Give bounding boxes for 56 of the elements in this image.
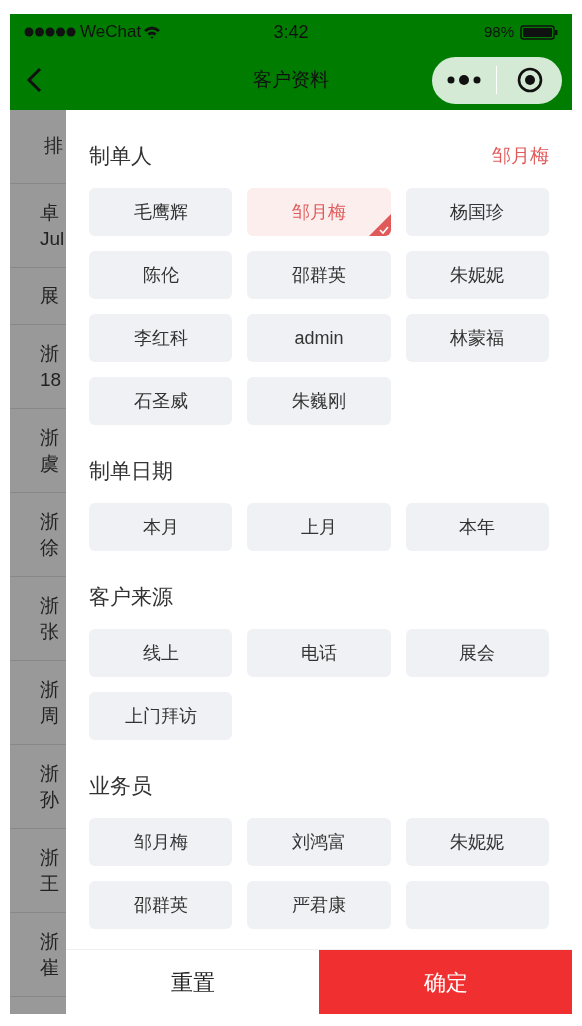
list-item-text: 王 bbox=[40, 871, 60, 896]
filter-option[interactable]: 毛鹰辉 bbox=[89, 188, 233, 236]
selected-check-icon bbox=[368, 214, 391, 236]
list-item-text: 崔 bbox=[40, 955, 60, 980]
filter-option[interactable]: 本月 bbox=[89, 503, 233, 551]
filter-option[interactable]: 上月 bbox=[247, 503, 391, 551]
list-item-text: 徐 bbox=[40, 535, 60, 560]
filter-option[interactable]: 刘鸿富 bbox=[247, 818, 391, 866]
section-title: 业务员 bbox=[89, 773, 152, 800]
list-item-text: 张 bbox=[40, 619, 60, 644]
filter-option[interactable]: 朱妮妮 bbox=[405, 818, 549, 866]
filter-option[interactable]: 李红科 bbox=[89, 314, 233, 362]
confirm-button[interactable]: 确定 bbox=[319, 950, 572, 1014]
list-item-text: 浙 bbox=[40, 509, 60, 534]
list-item-text: 浙 bbox=[40, 593, 60, 618]
list-item-text: 浙 bbox=[40, 677, 60, 702]
filter-option[interactable]: 杨国珍 bbox=[405, 188, 549, 236]
list-item-text: 浙 bbox=[40, 761, 60, 786]
list-item-text: 展 bbox=[40, 284, 60, 308]
filter-option[interactable]: 邵群英 bbox=[89, 881, 233, 929]
filter-option[interactable]: 陈伦 bbox=[89, 251, 233, 299]
list-item-text: 周 bbox=[40, 703, 60, 728]
filter-option[interactable]: 上门拜访 bbox=[89, 692, 233, 740]
wifi-icon bbox=[143, 25, 162, 39]
filter-option[interactable]: 展会 bbox=[405, 629, 549, 677]
section-title: 客户来源 bbox=[89, 584, 173, 611]
page-title: 客户资料 bbox=[253, 67, 329, 92]
filter-option[interactable]: 本年 bbox=[405, 503, 549, 551]
filter-option[interactable]: 林蒙福 bbox=[405, 314, 549, 362]
list-item-text: 18 bbox=[40, 367, 63, 392]
battery-icon bbox=[520, 24, 558, 40]
list-item-text: 浙 bbox=[40, 341, 60, 366]
list-item-text: 孙 bbox=[40, 787, 60, 812]
signal-icon bbox=[24, 27, 76, 37]
filter-option[interactable]: admin bbox=[247, 314, 391, 362]
filter-option[interactable]: 线上 bbox=[89, 629, 233, 677]
section-title: 制单日期 bbox=[89, 458, 173, 485]
list-item-text: 浙 bbox=[40, 929, 60, 954]
filter-option[interactable]: 邵群英 bbox=[247, 251, 391, 299]
filter-option[interactable]: 邹月梅 bbox=[89, 818, 233, 866]
carrier-name: WeChat bbox=[80, 21, 142, 44]
filter-option[interactable]: 朱妮妮 bbox=[405, 251, 549, 299]
filter-option[interactable]: 朱巍刚 bbox=[247, 377, 391, 425]
filter-option[interactable]: 石圣威 bbox=[89, 377, 233, 425]
section-title: 制单人 bbox=[89, 143, 152, 170]
list-item-text: 浙 bbox=[40, 845, 60, 870]
list-item-text: Jul bbox=[40, 226, 66, 251]
battery-percent: 98% bbox=[484, 21, 514, 42]
list-item-text: 虞 bbox=[40, 451, 60, 476]
filter-option[interactable]: 严君康 bbox=[247, 881, 391, 929]
selected-value: 邹月梅 bbox=[492, 143, 549, 168]
list-header: 排 bbox=[44, 134, 63, 159]
list-item-text: 浙 bbox=[40, 425, 60, 450]
list-item-text: 卓 bbox=[40, 200, 60, 225]
filter-option[interactable]: 电话 bbox=[247, 629, 391, 677]
clock-time: 3:42 bbox=[273, 20, 309, 44]
